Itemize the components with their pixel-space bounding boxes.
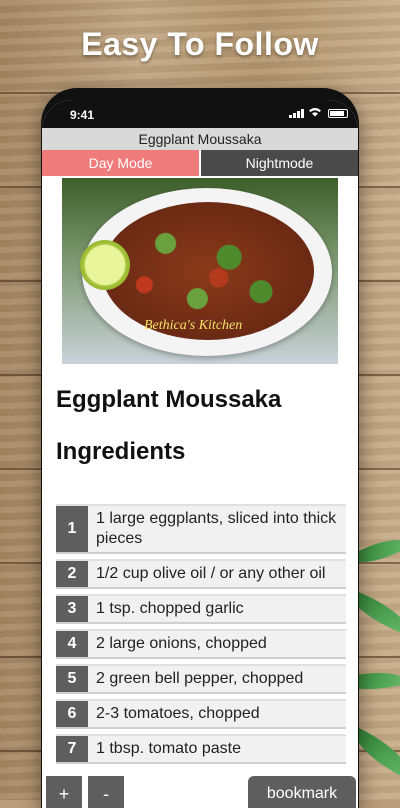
item-text: 2-3 tomatoes, chopped <box>96 705 260 722</box>
recipe-photo: Bethica's Kitchen <box>62 178 338 364</box>
list-item: 7 1 tbsp. tomato paste <box>56 734 346 764</box>
lime-slice <box>80 240 130 290</box>
phone-frame: 9:41 Eggplant Moussaka Day Mode Nightmod… <box>41 88 359 808</box>
signal-icon <box>289 109 304 118</box>
item-number: 5 <box>56 666 88 692</box>
item-text: 2 large onions, chopped <box>96 635 267 652</box>
item-text: 1 large eggplants, sliced into thick pie… <box>96 510 337 547</box>
item-text: 1 tbsp. tomato paste <box>96 740 241 757</box>
photo-watermark: Bethica's Kitchen <box>144 318 243 333</box>
app-title: Eggplant Moussaka <box>42 128 358 151</box>
list-item: 3 1 tsp. chopped garlic <box>56 594 346 624</box>
status-time: 9:41 <box>70 108 95 122</box>
night-mode-tab[interactable]: Nightmode <box>199 150 358 176</box>
bookmark-button[interactable]: bookmark <box>248 776 356 808</box>
list-item: 1 1 large eggplants, sliced into thick p… <box>56 504 346 554</box>
list-item: 2 1/2 cup olive oil / or any other oil <box>56 559 346 589</box>
item-number: 2 <box>56 561 88 587</box>
item-text: 1 tsp. chopped garlic <box>96 600 244 617</box>
phone-screen: 9:41 Eggplant Moussaka Day Mode Nightmod… <box>42 100 358 808</box>
ingredients-list: 1 1 large eggplants, sliced into thick p… <box>56 504 346 769</box>
list-item: 4 2 large onions, chopped <box>56 629 346 659</box>
phone-notch <box>112 100 288 122</box>
status-bar: 9:41 <box>42 100 358 128</box>
decrease-font-button[interactable]: - <box>88 776 124 808</box>
recipe-content[interactable]: Bethica's Kitchen Eggplant Moussaka Ingr… <box>42 176 358 808</box>
list-item: 5 2 green bell pepper, chopped <box>56 664 346 694</box>
item-number: 3 <box>56 596 88 622</box>
item-text: 2 green bell pepper, chopped <box>96 670 304 687</box>
recipe-title: Eggplant Moussaka <box>56 386 282 413</box>
mode-toggle: Day Mode Nightmode <box>42 150 358 176</box>
promo-title: Easy To Follow <box>81 26 319 62</box>
item-number: 6 <box>56 701 88 727</box>
item-number: 7 <box>56 736 88 762</box>
wifi-icon <box>308 107 322 120</box>
ingredients-heading: Ingredients <box>56 438 186 465</box>
increase-font-button[interactable]: + <box>46 776 82 808</box>
day-mode-tab[interactable]: Day Mode <box>42 150 199 176</box>
list-item: 6 2-3 tomatoes, chopped <box>56 699 346 729</box>
battery-icon <box>328 109 348 118</box>
item-number: 1 <box>56 506 88 552</box>
item-text: 1/2 cup olive oil / or any other oil <box>96 565 326 582</box>
item-number: 4 <box>56 631 88 657</box>
